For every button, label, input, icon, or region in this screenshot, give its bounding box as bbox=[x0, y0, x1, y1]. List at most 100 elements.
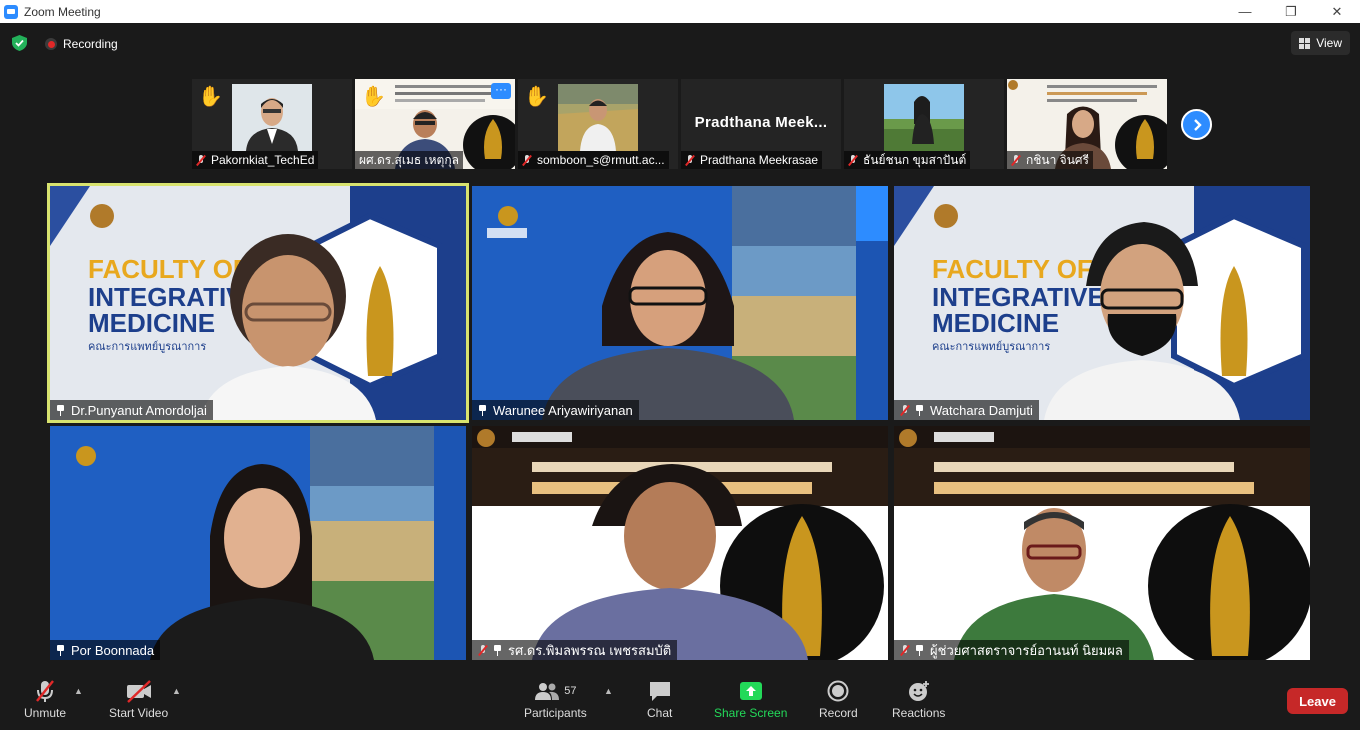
window-controls: — ❐ ✕ bbox=[1222, 0, 1360, 23]
participant-video bbox=[50, 426, 466, 660]
participant-name: ผู้ช่วยศาสตราจารย์อานนท์ นิยมผล bbox=[930, 642, 1123, 658]
muted-mic-icon bbox=[685, 154, 695, 166]
shield-icon[interactable] bbox=[12, 35, 27, 51]
participant-video: FACULTY OF INTEGRATIVE MEDICINE คณะการแพ… bbox=[50, 186, 466, 420]
bg-line3: MEDICINE bbox=[932, 308, 1059, 338]
pin-icon bbox=[56, 644, 65, 656]
participant-label: ผู้ช่วยศาสตราจารย์อานนท์ นิยมผล bbox=[894, 640, 1129, 660]
muted-mic-icon bbox=[196, 154, 206, 166]
participant-name: Dr.Punyanut Amordoljai bbox=[71, 402, 207, 418]
grid-icon bbox=[1299, 37, 1311, 49]
video-tile[interactable]: ผู้ช่วยศาสตราจารย์อานนท์ นิยมผล bbox=[894, 426, 1310, 660]
participant-name: Pakornkiat_TechEd bbox=[211, 153, 315, 167]
pin-icon bbox=[478, 404, 487, 416]
bg-sub: คณะการแพทย์บูรณาการ bbox=[932, 340, 1050, 353]
next-page-button[interactable] bbox=[1181, 109, 1212, 140]
raised-hand-icon: ✋ bbox=[524, 86, 549, 108]
view-button[interactable]: View bbox=[1291, 31, 1350, 55]
participants-label: Participants bbox=[524, 706, 587, 720]
video-tile[interactable]: Por Boonnada bbox=[50, 426, 466, 660]
reactions-icon bbox=[908, 681, 929, 701]
pin-icon bbox=[915, 404, 924, 416]
video-options-chevron-icon[interactable]: ▲ bbox=[172, 686, 181, 696]
recording-indicator[interactable]: Recording bbox=[45, 37, 118, 51]
chevron-right-icon bbox=[1193, 118, 1202, 131]
window-title: Zoom Meeting bbox=[24, 4, 101, 19]
chat-label: Chat bbox=[647, 706, 673, 720]
leave-button[interactable]: Leave bbox=[1287, 688, 1348, 714]
start-video-label: Start Video bbox=[109, 706, 169, 720]
participant-name: somboon_s@rmutt.ac... bbox=[537, 153, 665, 167]
participant-name: Warunee Ariyawiriyanan bbox=[493, 402, 633, 418]
pin-icon bbox=[915, 644, 924, 656]
muted-mic-icon bbox=[1011, 154, 1021, 166]
muted-mic-icon bbox=[478, 644, 488, 656]
participants-options-chevron-icon[interactable]: ▲ bbox=[604, 686, 613, 696]
recording-label: Recording bbox=[63, 37, 118, 51]
muted-mic-icon bbox=[900, 644, 910, 656]
record-icon bbox=[827, 680, 849, 702]
thumbnail-participant[interactable]: ✋ Pakornkiat_TechEd bbox=[192, 79, 352, 169]
participant-name: Watchara Damjuti bbox=[930, 402, 1033, 418]
meeting-topbar: Recording View bbox=[0, 23, 1360, 63]
bg-line3: MEDICINE bbox=[88, 308, 215, 338]
record-button[interactable]: Record bbox=[819, 678, 858, 720]
participant-label: somboon_s@rmutt.ac... bbox=[518, 151, 669, 169]
participant-label: Warunee Ariyawiriyanan bbox=[472, 400, 639, 420]
record-label: Record bbox=[819, 706, 858, 720]
start-video-button[interactable]: Start Video bbox=[109, 678, 168, 720]
participant-name: ผศ.ดร.สุเมธ เหตุกุล bbox=[359, 152, 459, 167]
participant-name: Por Boonnada bbox=[71, 642, 155, 658]
video-off-icon bbox=[126, 680, 151, 703]
video-tile[interactable]: Warunee Ariyawiriyanan bbox=[472, 186, 888, 420]
share-screen-icon bbox=[739, 682, 762, 700]
participant-video bbox=[472, 186, 888, 420]
thumbnail-participant[interactable]: กชินา จินศรี bbox=[1007, 79, 1167, 169]
unmute-button[interactable]: Unmute bbox=[24, 678, 66, 720]
participant-label: Pradthana Meekrasae bbox=[681, 151, 823, 169]
participant-video bbox=[558, 84, 638, 151]
participant-name: ธันย์ชนก ขุมสาปันต์ bbox=[863, 152, 967, 167]
maximize-icon[interactable]: ❐ bbox=[1268, 0, 1314, 23]
participant-label: Watchara Damjuti bbox=[894, 400, 1039, 420]
participants-count: 57 bbox=[564, 685, 577, 697]
participant-display-name: Pradthana Meek... bbox=[694, 114, 828, 131]
participant-label: Pakornkiat_TechEd bbox=[192, 151, 319, 169]
muted-mic-icon bbox=[36, 680, 54, 702]
participant-video: FACULTY OF INTEGRATIVE MEDICINE คณะการแพ… bbox=[894, 186, 1310, 420]
thumbnail-participant[interactable]: Pradthana Meek... Pradthana Meekrasae bbox=[681, 79, 841, 169]
participant-label: Dr.Punyanut Amordoljai bbox=[50, 400, 213, 420]
reactions-button[interactable]: Reactions bbox=[892, 678, 945, 720]
muted-mic-icon bbox=[522, 154, 532, 166]
participant-label: รศ.ดร.พิมลพรรณ เพชรสมบัติ bbox=[472, 640, 678, 660]
more-options-button[interactable]: ··· bbox=[491, 83, 511, 99]
minimize-icon[interactable]: — bbox=[1222, 0, 1268, 23]
participant-video bbox=[884, 84, 964, 151]
thumbnail-participant[interactable]: ✋ ··· ผศ.ดร.สุเมธ เหตุกุล bbox=[355, 79, 515, 169]
participant-video bbox=[232, 84, 312, 151]
close-icon[interactable]: ✕ bbox=[1314, 0, 1360, 23]
participants-icon bbox=[535, 683, 560, 700]
pin-icon bbox=[493, 644, 502, 656]
thumbnail-participant[interactable]: ธันย์ชนก ขุมสาปันต์ bbox=[844, 79, 1004, 169]
participant-label: ผศ.ดร.สุเมธ เหตุกุล bbox=[355, 151, 463, 169]
participant-label: ธันย์ชนก ขุมสาปันต์ bbox=[844, 151, 971, 169]
window-titlebar: Zoom Meeting — ❐ ✕ bbox=[0, 0, 1360, 23]
muted-mic-icon bbox=[900, 404, 910, 416]
video-tile-active-speaker[interactable]: FACULTY OF INTEGRATIVE MEDICINE คณะการแพ… bbox=[47, 183, 469, 423]
share-screen-button[interactable]: Share Screen bbox=[714, 678, 787, 720]
meeting-toolbar: Unmute ▲ Start Video ▲ 57 Participants ▲ bbox=[0, 670, 1360, 730]
zoom-app-icon bbox=[4, 4, 18, 19]
raised-hand-icon: ✋ bbox=[361, 86, 386, 108]
participant-name: รศ.ดร.พิมลพรรณ เพชรสมบัติ bbox=[508, 642, 672, 658]
participants-button[interactable]: 57 Participants bbox=[524, 678, 587, 720]
thumbnail-participant[interactable]: ✋ somboon_s@rmutt.ac... bbox=[518, 79, 678, 169]
view-label: View bbox=[1316, 36, 1342, 50]
muted-mic-icon bbox=[848, 154, 858, 166]
chat-icon bbox=[649, 682, 670, 701]
video-tile[interactable]: รศ.ดร.พิมลพรรณ เพชรสมบัติ bbox=[472, 426, 888, 660]
reactions-label: Reactions bbox=[892, 706, 946, 720]
video-tile[interactable]: FACULTY OF INTEGRATIVE MEDICINE คณะการแพ… bbox=[894, 186, 1310, 420]
chat-button[interactable]: Chat bbox=[647, 678, 672, 720]
audio-options-chevron-icon[interactable]: ▲ bbox=[74, 686, 83, 696]
